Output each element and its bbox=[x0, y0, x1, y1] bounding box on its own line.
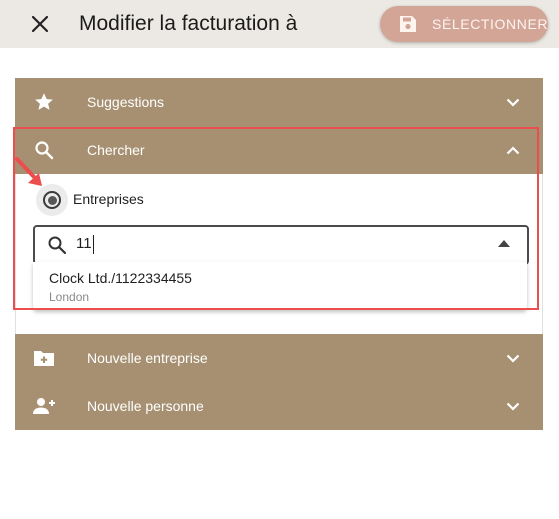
panel-header-search[interactable]: Chercher bbox=[15, 126, 543, 174]
result-option-title: Clock Ltd./1122334455 bbox=[49, 270, 192, 286]
search-icon bbox=[47, 235, 67, 255]
search-input-value: 11 bbox=[76, 235, 92, 252]
dropdown-arrow-icon[interactable] bbox=[498, 240, 510, 247]
panel-label-suggestions: Suggestions bbox=[87, 94, 165, 110]
top-bar: Modifier la facturation à SÉLECTIONNER bbox=[0, 0, 559, 48]
accordion: Suggestions Chercher Entreprises 11 Cloc… bbox=[15, 78, 543, 430]
panel-header-new-company[interactable]: Nouvelle entreprise bbox=[15, 334, 543, 382]
search-results-dropdown: Clock Ltd./1122334455 London bbox=[33, 262, 527, 310]
chevron-down-icon bbox=[503, 92, 523, 112]
radio-dot bbox=[47, 195, 57, 205]
panel-label-search: Chercher bbox=[87, 142, 145, 158]
radio-label-entreprises: Entreprises bbox=[73, 191, 144, 207]
panel-header-new-person[interactable]: Nouvelle personne bbox=[15, 382, 543, 430]
search-icon bbox=[32, 138, 56, 162]
select-button[interactable]: SÉLECTIONNER bbox=[380, 6, 548, 42]
search-panel-body: Entreprises 11 Clock Ltd./1122334455 Lon… bbox=[15, 174, 543, 334]
folder-add-icon bbox=[32, 346, 56, 370]
close-icon bbox=[31, 15, 49, 33]
page-title: Modifier la facturation à bbox=[79, 12, 298, 35]
panel-label-new-company: Nouvelle entreprise bbox=[87, 350, 208, 366]
result-option[interactable]: Clock Ltd./1122334455 London bbox=[33, 262, 527, 310]
result-option-subtitle: London bbox=[49, 290, 90, 304]
text-cursor bbox=[93, 235, 94, 254]
save-icon bbox=[398, 14, 418, 34]
search-input[interactable]: 11 bbox=[33, 225, 529, 265]
chevron-up-icon bbox=[503, 140, 523, 160]
radio-entreprises[interactable] bbox=[43, 191, 61, 209]
chevron-down-icon bbox=[503, 348, 523, 368]
close-button[interactable] bbox=[24, 8, 56, 40]
panel-label-new-person: Nouvelle personne bbox=[87, 398, 204, 414]
person-add-icon bbox=[32, 394, 56, 418]
panel-header-suggestions[interactable]: Suggestions bbox=[15, 78, 543, 126]
select-button-label: SÉLECTIONNER bbox=[432, 16, 549, 32]
chevron-down-icon bbox=[503, 396, 523, 416]
star-icon bbox=[32, 90, 56, 114]
